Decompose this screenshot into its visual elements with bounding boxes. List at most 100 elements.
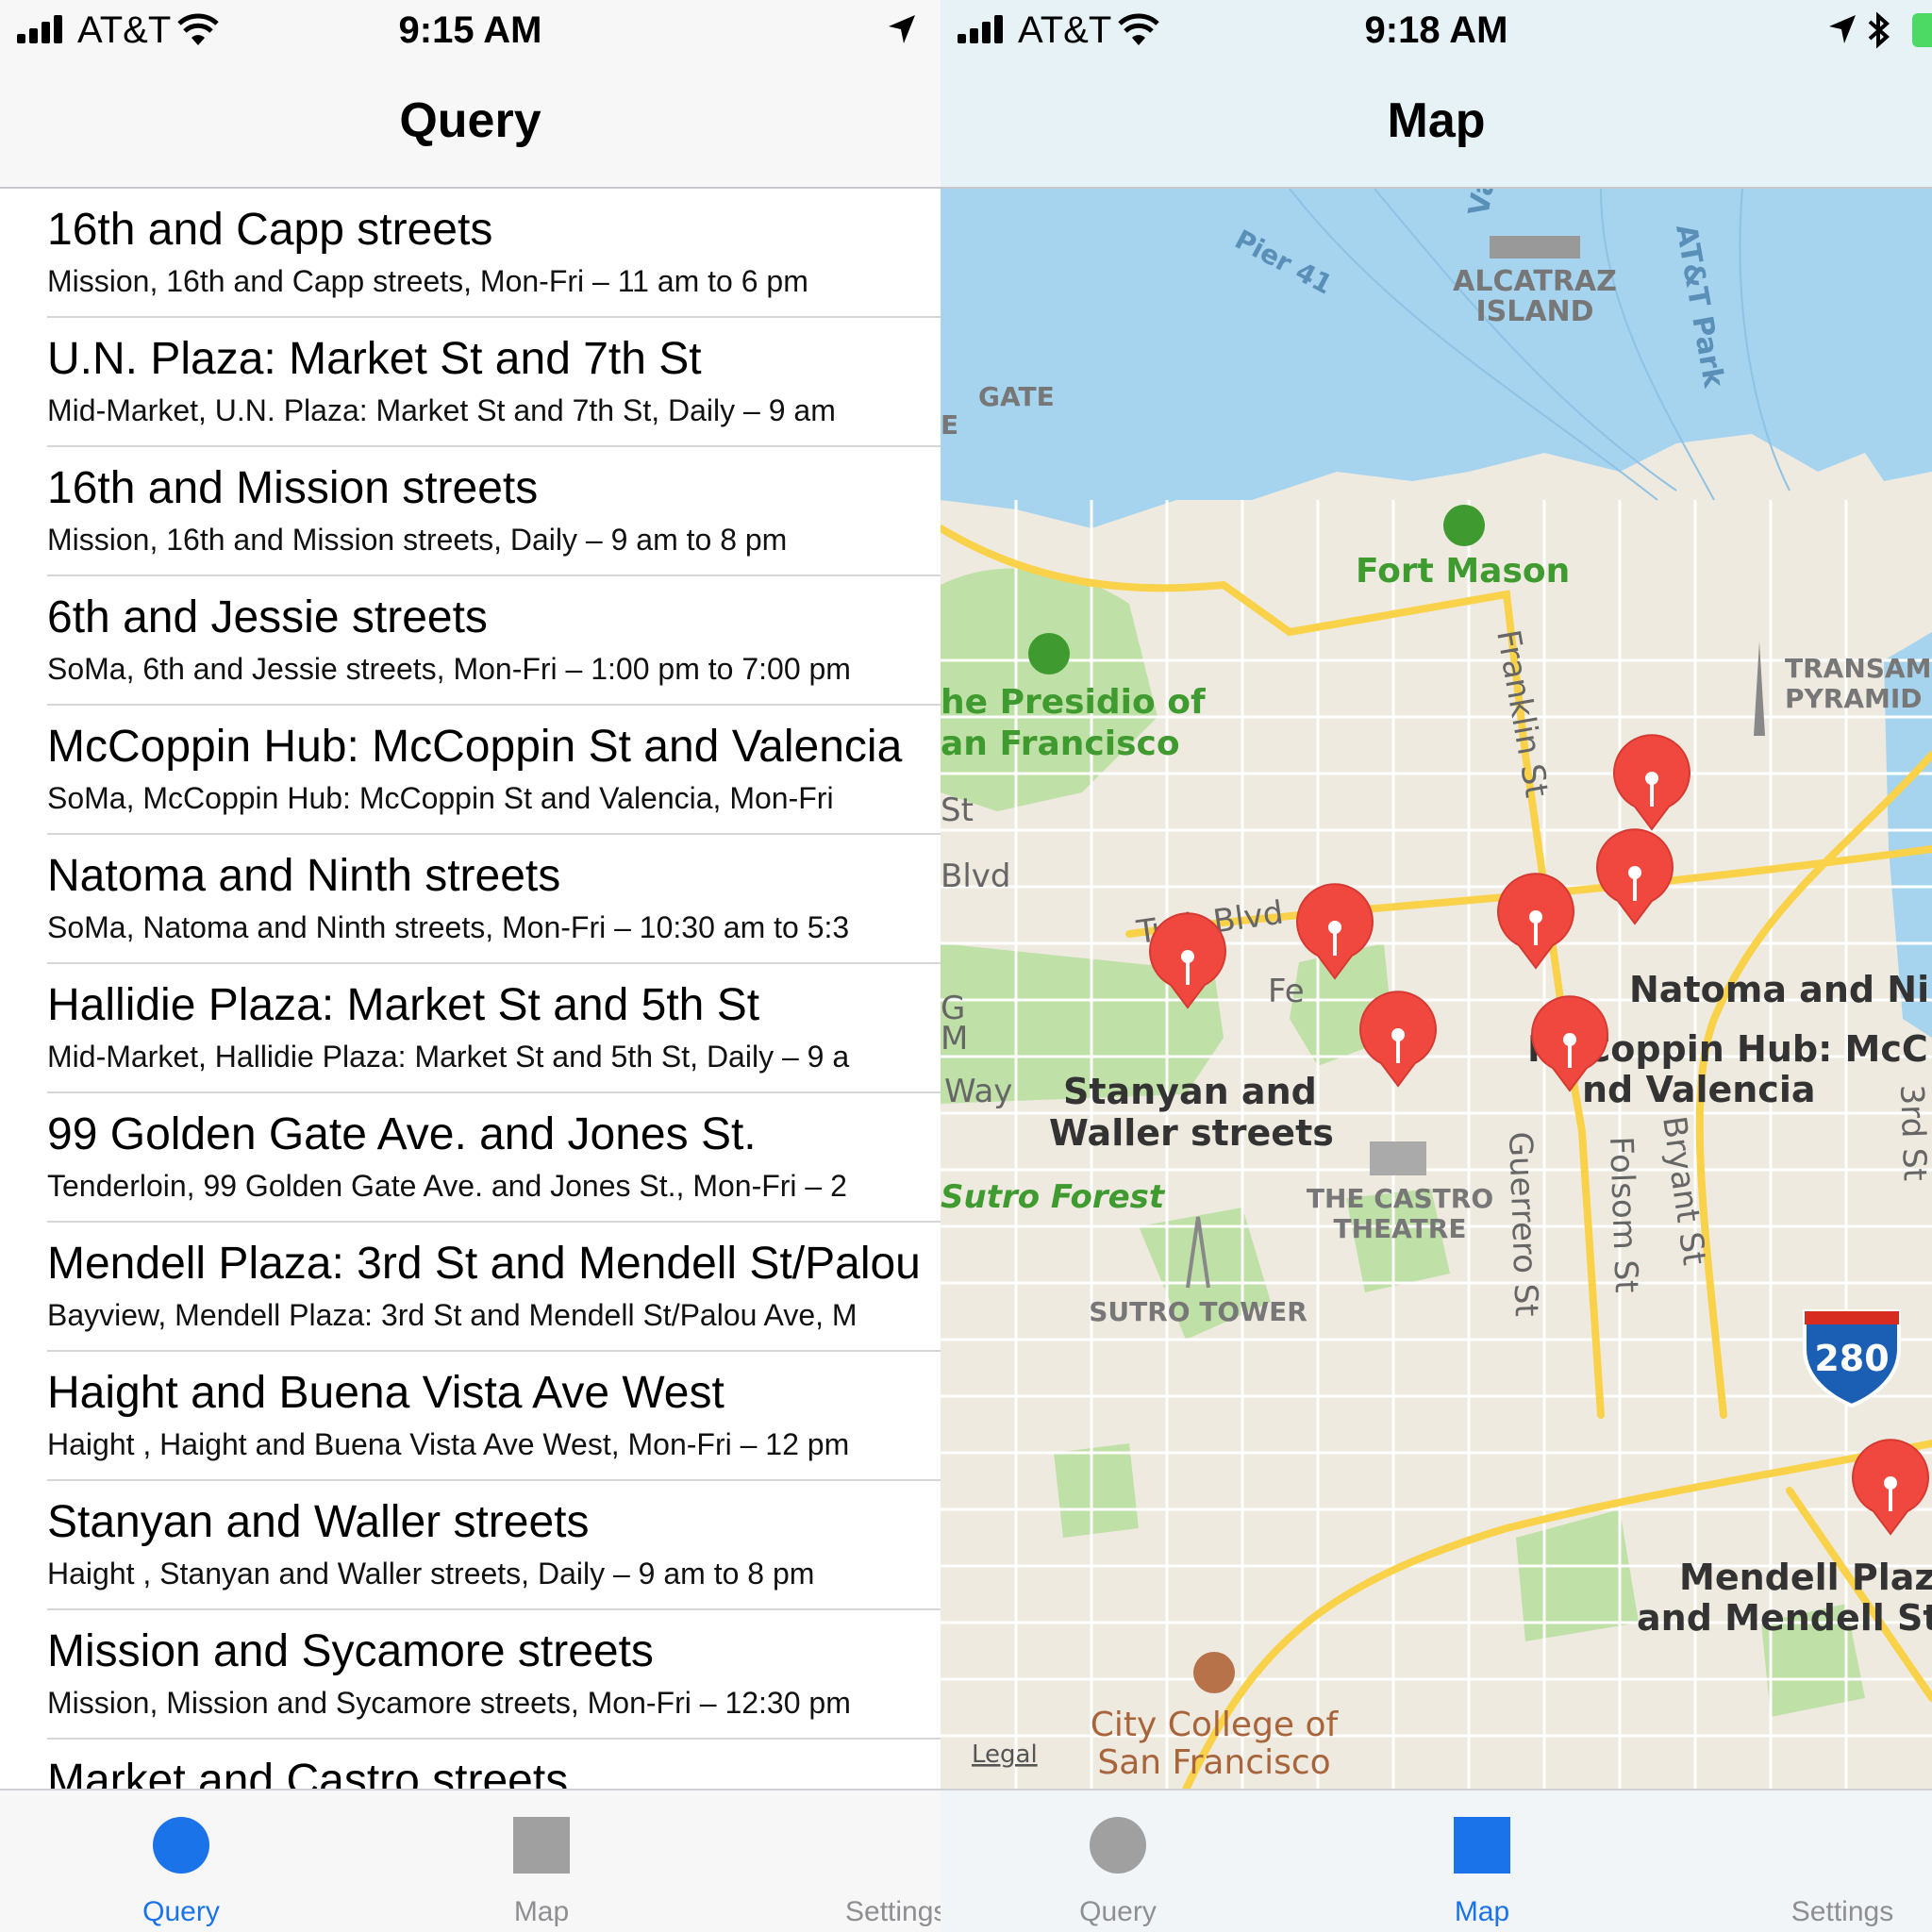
transamerica-label-2: PYRAMID	[1785, 683, 1923, 714]
navigation-bar: Query	[0, 64, 941, 189]
list-item[interactable]: 16th and Capp streets Mission, 16th and C…	[47, 189, 941, 318]
m-label: M	[941, 1020, 968, 1058]
sutro-forest-label: Sutro Forest	[941, 1178, 1166, 1216]
gate-label: GATE	[978, 381, 1055, 412]
page-title: Map	[1387, 93, 1486, 148]
fe-label: Fe	[1268, 973, 1305, 1010]
tab-bar: Query Map Settings	[0, 1789, 941, 1932]
alcatraz-landmark-icon	[1490, 236, 1580, 258]
natoma-label: Natoma and Ni	[1629, 969, 1929, 1010]
tab-map[interactable]: Map	[419, 1790, 664, 1932]
sutro-tower-label: SUTRO TOWER	[1089, 1296, 1307, 1327]
list-item-subtitle: Haight , Stanyan and Waller streets, Dai…	[47, 1557, 815, 1591]
list-item[interactable]: Stanyan and Waller streets Haight , Stany…	[47, 1481, 941, 1610]
tab-bar: Query Map Settings	[941, 1789, 1932, 1932]
list-item[interactable]: McCoppin Hub: McCoppin St and Valencia So…	[47, 706, 941, 835]
list-item-subtitle: SoMa, McCoppin Hub: McCoppin St and Vale…	[47, 781, 834, 815]
alcatraz-label: ALCATRAZ	[1453, 265, 1617, 298]
battery-icon	[1912, 13, 1932, 47]
status-bar: AT&T 9:18 AM	[941, 0, 1932, 64]
list-item-title: Mission and Sycamore streets	[47, 1626, 654, 1676]
list-item-subtitle: Tenderloin, 99 Golden Gate Ave. and Jone…	[47, 1169, 847, 1203]
way-label: Way	[944, 1073, 1012, 1110]
tab-label: Query	[1079, 1896, 1157, 1927]
query-list[interactable]: 16th and Capp streets Mission, 16th and C…	[0, 189, 941, 1790]
tab-label: Settings	[1790, 1896, 1894, 1927]
square-icon	[1454, 1817, 1510, 1874]
list-item-title: McCoppin Hub: McCoppin St and Valencia	[47, 722, 903, 772]
list-item-subtitle: Mid-Market, U.N. Plaza: Market St and 7t…	[47, 393, 836, 427]
presidio-label: he Presidio of	[941, 683, 1206, 722]
location-arrow-icon	[889, 15, 915, 43]
graduation-cap-icon	[1193, 1652, 1235, 1693]
tab-label: Map	[1454, 1896, 1510, 1927]
list-item-title: Market and Castro streets	[47, 1756, 569, 1790]
list-item-title: 6th and Jessie streets	[47, 592, 488, 642]
mccoppin-label-2: nd Valencia	[1582, 1069, 1816, 1110]
map-view[interactable]: 280 Pier 41 AT&T Park Valle ALCATRAZ ISL…	[941, 189, 1932, 1790]
list-item[interactable]: Haight and Buena Vista Ave West Haight , …	[47, 1352, 941, 1481]
list-item[interactable]: Hallidie Plaza: Market St and 5th St Mid-…	[47, 964, 941, 1093]
fort-mason-label: Fort Mason	[1356, 552, 1570, 591]
guerrero-st-label: Guerrero St	[1501, 1131, 1545, 1317]
blvd-label: Blvd	[941, 858, 1010, 895]
third-st-label: 3rd St	[1892, 1084, 1932, 1182]
tab-label: Settings	[845, 1896, 941, 1927]
list-item-title: 99 Golden Gate Ave. and Jones St.	[47, 1109, 757, 1159]
clock: 9:15 AM	[398, 9, 542, 51]
page-title: Query	[399, 93, 541, 148]
transamerica-label: TRANSAM	[1785, 653, 1931, 684]
mendell-label-2: and Mendell St	[1637, 1597, 1932, 1639]
query-screen: AT&T 9:15 AM Query 16th and Capp streets…	[0, 0, 941, 1932]
gate-label-2: E	[941, 409, 958, 441]
city-college-label-2: San Francisco	[1097, 1743, 1330, 1782]
clock: 9:18 AM	[1364, 9, 1508, 51]
list-item-title: Natoma and Ninth streets	[47, 851, 561, 901]
circle-icon	[1090, 1817, 1146, 1874]
circle-icon	[153, 1817, 209, 1874]
tab-settings[interactable]: Settings	[775, 1790, 941, 1932]
list-item-subtitle: Haight , Haight and Buena Vista Ave West…	[47, 1427, 850, 1461]
tab-label: Map	[513, 1896, 570, 1927]
list-item-title: Mendell Plaza: 3rd St and Mendell St/Pal…	[47, 1239, 921, 1289]
list-item-subtitle: Mission, 16th and Capp streets, Mon-Fri …	[47, 264, 808, 298]
list-item-title: 16th and Mission streets	[47, 463, 539, 513]
bluetooth-icon	[1868, 11, 1890, 49]
presidio-park-icon	[1028, 633, 1070, 675]
list-item[interactable]: 99 Golden Gate Ave. and Jones St. Tenderl…	[47, 1093, 941, 1223]
location-arrow-icon	[1829, 15, 1856, 43]
map-screen: AT&T 9:18 AM Map 280 Pier 41 AT&T Park A…	[941, 0, 1932, 1932]
list-item-subtitle: Mission, 16th and Mission streets, Daily…	[47, 523, 788, 557]
tab-settings[interactable]: Settings	[1720, 1790, 1932, 1932]
list-item[interactable]: Mendell Plaza: 3rd St and Mendell St/Pal…	[47, 1223, 941, 1352]
alcatraz-label-2: ISLAND	[1475, 295, 1593, 328]
list-item-subtitle: Mission, Mission and Sycamore streets, M…	[47, 1686, 851, 1720]
castro-theatre-label: THE CASTRO	[1307, 1183, 1493, 1214]
folsom-st-label: Folsom St	[1602, 1136, 1645, 1293]
tab-label: Query	[142, 1896, 220, 1927]
mendell-label: Mendell Plaz	[1679, 1557, 1932, 1598]
list-item-title: Haight and Buena Vista Ave West	[47, 1368, 724, 1418]
list-item[interactable]: U.N. Plaza: Market St and 7th St Mid-Mark…	[47, 318, 941, 447]
list-item[interactable]: Natoma and Ninth streets SoMa, Natoma and…	[47, 835, 941, 964]
tab-query[interactable]: Query	[58, 1790, 304, 1932]
list-item[interactable]: 16th and Mission streets Mission, 16th an…	[47, 447, 941, 576]
tab-query[interactable]: Query	[995, 1790, 1241, 1932]
list-item-title: Hallidie Plaza: Market St and 5th St	[47, 980, 760, 1030]
list-item[interactable]: 6th and Jessie streets SoMa, 6th and Jess…	[47, 576, 941, 706]
presidio-label-2: an Francisco	[941, 724, 1180, 763]
list-item-subtitle: SoMa, 6th and Jessie streets, Mon-Fri – …	[47, 652, 851, 686]
stanyan-label-2: Waller streets	[1049, 1112, 1334, 1154]
tab-map[interactable]: Map	[1359, 1790, 1605, 1932]
navigation-bar: Map	[941, 64, 1932, 189]
city-college-label: City College of	[1091, 1706, 1340, 1744]
list-item[interactable]: Market and Castro streets	[47, 1740, 941, 1790]
stanyan-label: Stanyan and	[1063, 1071, 1317, 1112]
castro-theatre-label-2: THEATRE	[1334, 1213, 1467, 1244]
i280-label: 280	[1814, 1338, 1889, 1379]
status-bar: AT&T 9:15 AM	[0, 0, 941, 64]
list-item-subtitle: Mid-Market, Hallidie Plaza: Market St an…	[47, 1040, 850, 1074]
legal-link[interactable]: Legal	[972, 1740, 1038, 1769]
list-item-subtitle: Bayview, Mendell Plaza: 3rd St and Mende…	[47, 1298, 858, 1332]
list-item[interactable]: Mission and Sycamore streets Mission, Mis…	[47, 1610, 941, 1740]
